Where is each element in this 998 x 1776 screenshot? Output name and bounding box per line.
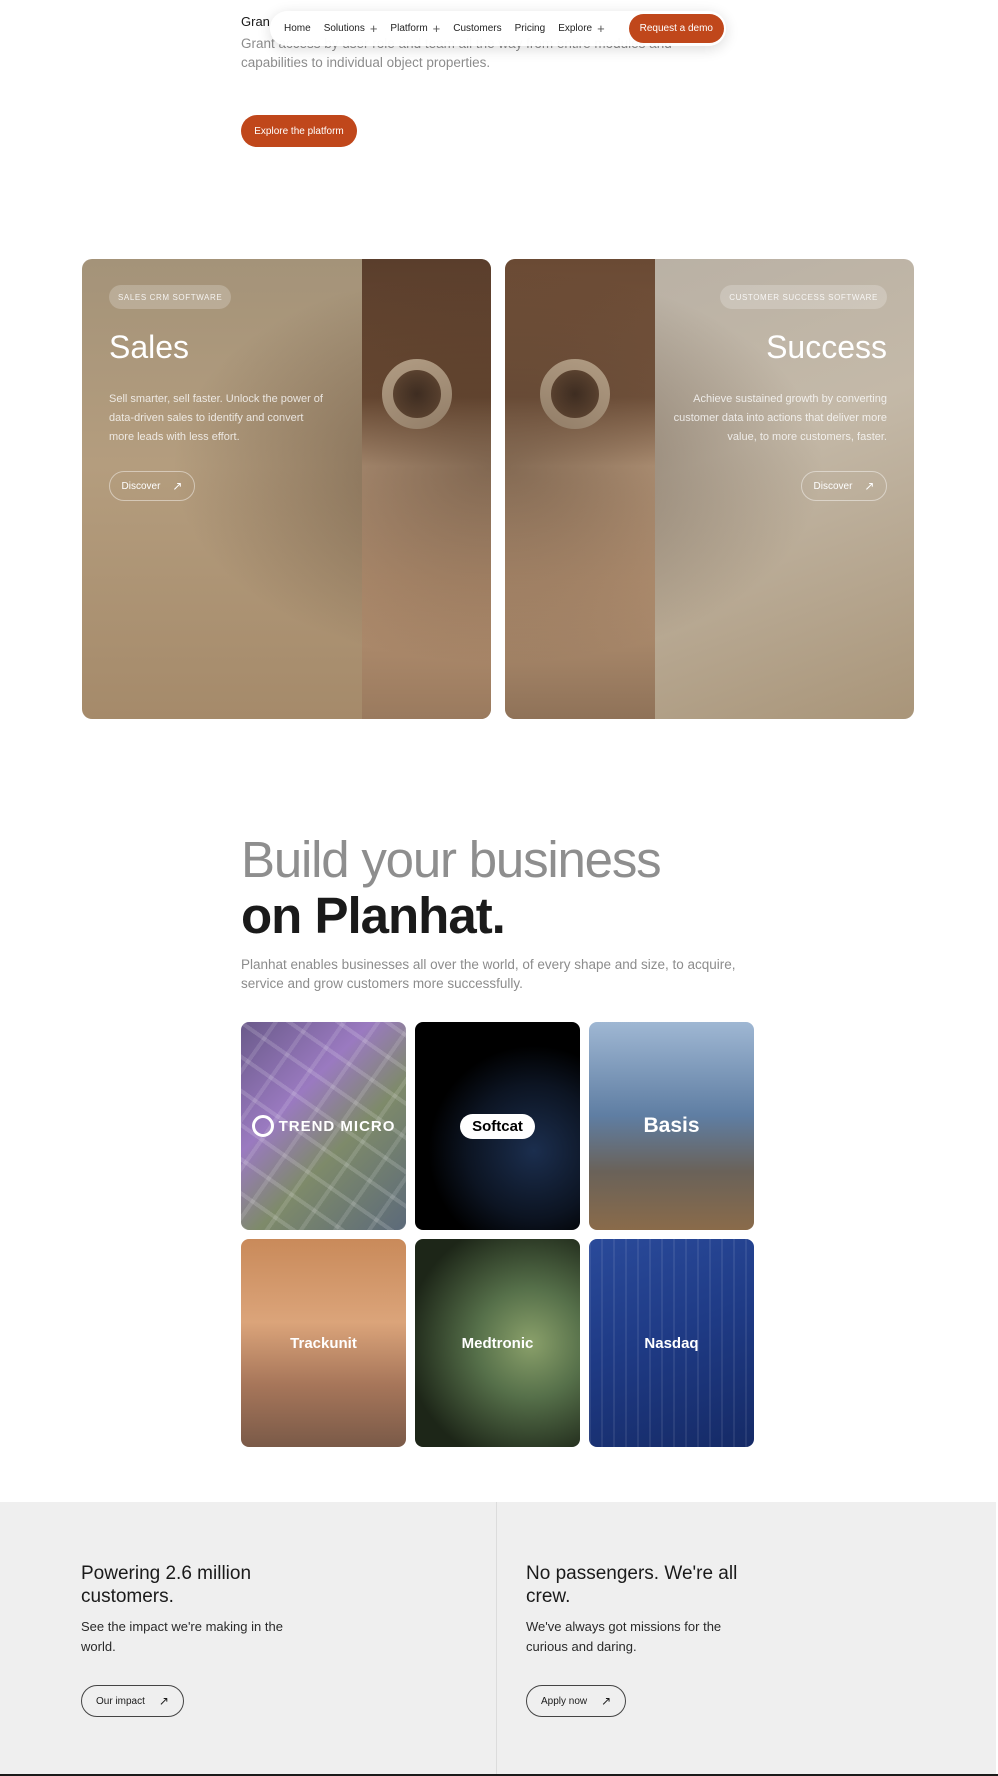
discover-button[interactable]: Discover ↗ — [801, 471, 887, 501]
nav-item-customers[interactable]: Customers — [453, 23, 501, 34]
nav-item-platform[interactable]: Platform + — [390, 20, 441, 36]
nav-item-label: Home — [284, 23, 311, 34]
nav-item-pricing[interactable]: Pricing — [515, 23, 546, 34]
top-nav: Home Solutions + Platform + Customers Pr… — [270, 11, 726, 46]
medtronic-logo: Medtronic — [461, 1334, 534, 1352]
plus-icon: + — [597, 20, 605, 36]
divider — [496, 1502, 497, 1776]
build-description: Planhat enables businesses all over the … — [241, 957, 736, 991]
card-description: Sell smarter, sell faster. Unlock the po… — [109, 393, 323, 443]
button-label: Discover — [813, 480, 853, 492]
category-badge: CUSTOMER SUCCESS SOFTWARE — [720, 285, 887, 309]
customer-tile-basis[interactable]: Basis — [589, 1022, 754, 1230]
button-label: Our impact — [96, 1695, 145, 1707]
careers-title: No passengers. We're all crew. — [526, 1563, 738, 1607]
nav-item-label: Solutions — [323, 23, 365, 34]
customer-tile-medtronic[interactable]: Medtronic — [415, 1239, 580, 1447]
careers-description: We've always got missions for the curiou… — [526, 1619, 722, 1654]
nasdaq-logo: Nasdaq — [644, 1334, 699, 1352]
button-label: Discover — [121, 480, 161, 492]
nav-item-label: Explore — [558, 23, 593, 34]
trend-micro-logo: TREND MICRO — [251, 1115, 396, 1137]
impact-description: See the impact we're making in the world… — [81, 1619, 283, 1654]
explore-platform-button[interactable]: Explore the platform — [241, 115, 357, 147]
trackunit-logo: Trackunit — [290, 1334, 357, 1352]
success-card[interactable]: CUSTOMER SUCCESS SOFTWARE Success Achiev… — [505, 259, 914, 719]
apply-now-button[interactable]: Apply now ↗ — [526, 1685, 627, 1717]
customer-tile-softcat[interactable]: Softcat — [415, 1022, 580, 1230]
impact-title: Powering 2.6 million customers. — [81, 1563, 252, 1607]
customer-tile-trend-micro[interactable]: TREND MICRO — [241, 1022, 406, 1230]
sales-card[interactable]: SALES CRM SOFTWARE Sales Sell smarter, s… — [82, 259, 491, 719]
card-description: Achieve sustained growth by converting c… — [673, 393, 887, 443]
plus-icon: + — [369, 20, 378, 36]
arrow-up-right-icon: ↗ — [158, 1694, 169, 1708]
trend-micro-mark-icon — [251, 1115, 274, 1137]
softcat-logo: Softcat — [460, 1113, 535, 1139]
request-demo-button[interactable]: Request a demo — [628, 14, 724, 43]
build-heading: Build your business on Planhat. — [241, 831, 662, 944]
arrow-up-right-icon: ↗ — [172, 479, 183, 493]
category-badge: SALES CRM SOFTWARE — [109, 285, 232, 309]
our-impact-button[interactable]: Our impact ↗ — [81, 1685, 184, 1717]
discover-button[interactable]: Discover ↗ — [109, 471, 195, 501]
arrow-up-right-icon: ↗ — [601, 1694, 612, 1708]
arrow-up-right-icon: ↗ — [864, 479, 875, 493]
button-label: Apply now — [541, 1695, 588, 1707]
section-heading: Gran — [241, 14, 270, 29]
nav-item-solutions[interactable]: Solutions + — [323, 20, 378, 36]
basis-logo: Basis — [643, 1114, 700, 1137]
nav-item-explore[interactable]: Explore + — [558, 20, 605, 36]
heading-line-2: on Planhat. — [241, 887, 506, 944]
card-title: Success — [766, 329, 887, 365]
customer-tile-nasdaq[interactable]: Nasdaq — [589, 1239, 754, 1447]
card-title: Sales — [109, 329, 190, 365]
nav-item-label: Platform — [390, 23, 428, 34]
plus-icon: + — [432, 20, 441, 36]
nav-item-home[interactable]: Home — [284, 23, 311, 34]
bottom-section: Powering 2.6 million customers. See the … — [0, 1502, 998, 1776]
customer-tile-trackunit[interactable]: Trackunit — [241, 1239, 406, 1447]
heading-line-1: Build your business — [241, 831, 662, 888]
nav-item-label: Pricing — [514, 23, 546, 34]
nav-item-label: Customers — [453, 23, 502, 34]
